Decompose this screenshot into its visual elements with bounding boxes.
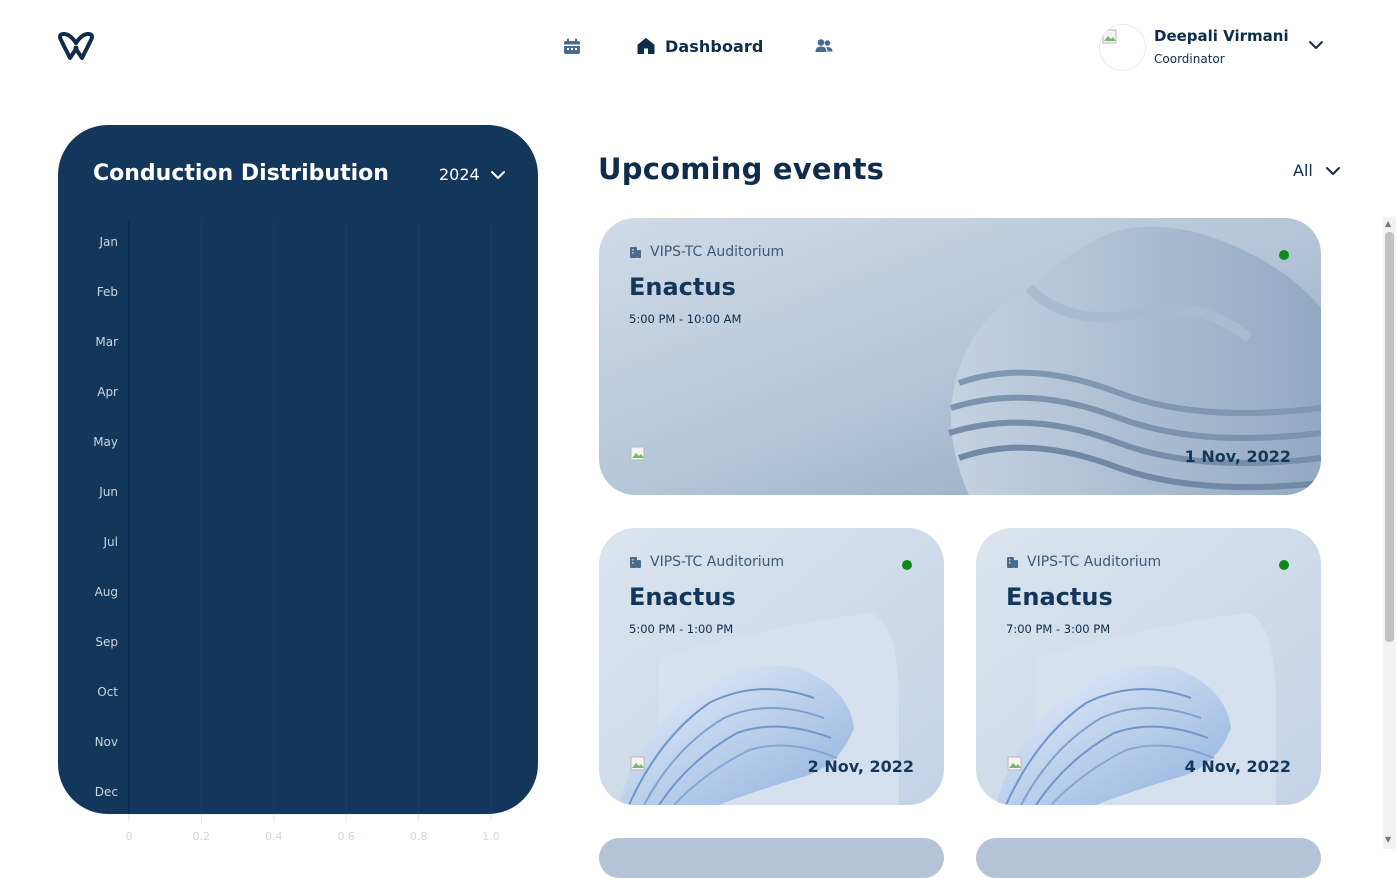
chart-y-tick-label: Nov [95, 735, 118, 749]
chart-x-tick-label: 0.2 [193, 830, 211, 843]
broken-image-icon [630, 756, 645, 771]
chart-x-tick-label: 0.4 [265, 830, 283, 843]
user-name: Deepali Virmani [1154, 27, 1289, 45]
broken-image-icon [1102, 29, 1117, 44]
nav-calendar[interactable] [563, 34, 581, 58]
chart-y-tick-label: Jan [99, 235, 119, 249]
events-title: Upcoming events [598, 152, 885, 186]
nav-dashboard-label: Dashboard [665, 36, 764, 56]
chart-x-tick-label: 1.0 [482, 830, 500, 843]
chart-y-tick-label: Aug [95, 585, 118, 599]
event-card-partial[interactable] [976, 838, 1321, 878]
event-venue-label: VIPS-TC Auditorium [650, 244, 785, 260]
event-card[interactable]: VIPS-TC Auditorium Enactus 7:00 PM - 3:0… [976, 528, 1321, 805]
nav-dashboard[interactable]: Dashboard [637, 34, 763, 58]
conduction-distribution-card: Conduction Distribution 2024 Jan Feb Mar Ap… [58, 125, 538, 814]
chart-y-tick-label: Oct [97, 685, 118, 699]
avatar[interactable] [1099, 24, 1146, 71]
user-role: Coordinator [1154, 52, 1225, 66]
building-icon [630, 246, 641, 258]
building-icon [630, 556, 641, 568]
chart-x-axis: 0 0.2 0.4 0.6 0.8 1.0 [126, 814, 500, 843]
chart-y-tick-label: Feb [97, 285, 118, 299]
event-card-partial[interactable] [599, 838, 944, 878]
event-name: Enactus [629, 273, 736, 301]
w-logo-icon[interactable] [57, 31, 95, 61]
chevron-down-icon[interactable] [1307, 38, 1325, 52]
event-status-dot [1279, 250, 1289, 260]
event-venue-label: VIPS-TC Auditorium [1027, 554, 1162, 570]
event-name: Enactus [1006, 583, 1113, 611]
event-date: 2 Nov, 2022 [807, 757, 914, 776]
chart-x-tick-label: 0.8 [410, 830, 428, 843]
chart-y-tick-label: May [93, 435, 118, 449]
chart-y-tick-label: Sep [95, 635, 118, 649]
event-venue: VIPS-TC Auditorium [1006, 554, 1161, 570]
nav-people[interactable] [815, 34, 833, 58]
event-status-dot [902, 560, 912, 570]
people-icon [815, 39, 833, 52]
event-venue: VIPS-TC Auditorium [629, 554, 784, 570]
scroll-up-arrow-icon[interactable]: ▲ [1385, 219, 1391, 228]
events-filter-value: All [1293, 161, 1313, 180]
home-icon [637, 38, 655, 54]
events-filter[interactable]: All [1293, 161, 1341, 180]
event-time: 5:00 PM - 10:00 AM [629, 312, 742, 326]
chart-y-tick-label: Mar [95, 335, 118, 349]
building-icon [1007, 556, 1018, 568]
chart-y-tick-label: Jul [103, 535, 118, 549]
event-venue-label: VIPS-TC Auditorium [650, 554, 785, 570]
event-date: 1 Nov, 2022 [1184, 447, 1291, 466]
event-date: 4 Nov, 2022 [1184, 757, 1291, 776]
event-name: Enactus [629, 583, 736, 611]
chevron-down-icon [1325, 166, 1340, 175]
chart-x-tick-label: 0.6 [337, 830, 355, 843]
chart-y-tick-label: Jun [98, 485, 118, 499]
event-card[interactable]: VIPS-TC Auditorium Enactus 5:00 PM - 10:… [599, 218, 1321, 495]
event-venue: VIPS-TC Auditorium [629, 244, 784, 260]
event-time: 7:00 PM - 3:00 PM [1006, 622, 1111, 636]
distribution-chart: Jan Feb Mar Apr May Jun Jul Aug Sep Oct Nov Dec [93, 220, 492, 814]
chart-y-tick-label: Apr [97, 385, 118, 399]
scroll-down-arrow-icon[interactable]: ▼ [1385, 835, 1391, 844]
calendar-icon [564, 38, 580, 54]
event-card[interactable]: VIPS-TC Auditorium Enactus 5:00 PM - 1:0… [599, 528, 944, 805]
event-status-dot [1279, 560, 1289, 570]
broken-image-icon [630, 446, 645, 461]
broken-image-icon [1007, 756, 1022, 771]
events-scrollbar-thumb[interactable] [1385, 232, 1394, 642]
chart-y-tick-label: Dec [95, 785, 118, 799]
chart-x-tick-label: 0 [126, 830, 133, 843]
event-time: 5:00 PM - 1:00 PM [629, 622, 734, 636]
